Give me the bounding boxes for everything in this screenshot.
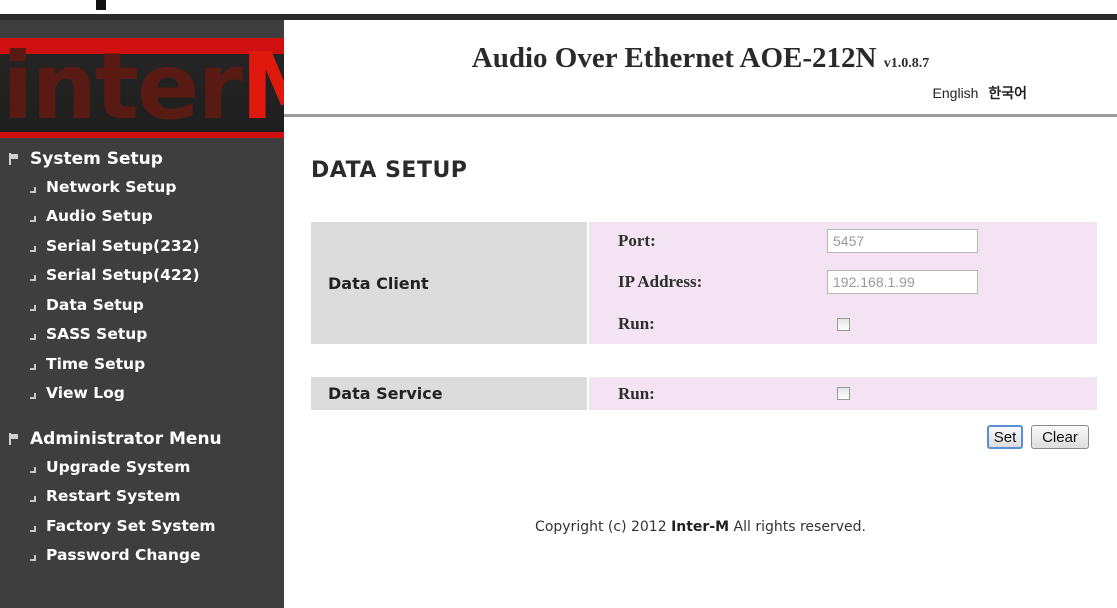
sidebar-item-label: Time Setup [46,354,146,373]
section-title-label: Administrator Menu [30,429,222,449]
logo-text-accent: M [241,38,284,138]
sidebar-item-label: Restart System [46,487,181,506]
sidebar-item-password-change[interactable]: Password Change [0,541,284,571]
ip-address-input[interactable] [827,270,978,294]
sidebar-item-view-log[interactable]: View Log [0,379,284,409]
set-button[interactable]: Set [987,425,1023,449]
bullet-icon [30,186,36,193]
sidebar-item-label: Data Setup [46,295,144,314]
sidebar-item-time-setup[interactable]: Time Setup [0,349,284,379]
ip-address-label: IP Address: [618,272,703,291]
logo-wordmark: interM [2,38,284,138]
sidebar-item-restart-system[interactable]: Restart System [0,482,284,512]
sidebar-item-serial-setup-422[interactable]: Serial Setup(422) [0,261,284,291]
copyright-brand: Inter-M [671,519,730,535]
sidebar-item-audio-setup[interactable]: Audio Setup [0,202,284,232]
section-title-system-setup[interactable]: System Setup [0,146,284,172]
sidebar-item-data-setup[interactable]: Data Setup [0,290,284,320]
bullet-icon [30,363,36,370]
section-title-label: System Setup [30,149,163,169]
clear-button[interactable]: Clear [1031,425,1089,449]
port-label: Port: [618,231,656,250]
copyright-suffix: All rights reserved. [733,519,866,535]
copyright-prefix: Copyright (c) 2012 [535,519,667,535]
top-tab-marker [96,0,106,10]
sidebar-item-serial-setup-232[interactable]: Serial Setup(232) [0,231,284,261]
bullet-icon [30,304,36,311]
copyright-footer: Copyright (c) 2012 Inter-M All rights re… [284,519,1117,535]
sidebar-item-label: Serial Setup(422) [46,266,200,285]
sidebar-item-label: Password Change [46,546,201,565]
data-service-run-label: Run: [618,384,655,403]
header: Audio Over Ethernet AOE-212N v1.0.8.7 En… [284,20,1117,116]
data-client-label-cell: Data Client [311,222,587,344]
sidebar-item-label: Serial Setup(232) [46,236,200,255]
data-client-run-label: Run: [618,314,655,333]
section-title-administrator-menu[interactable]: Administrator Menu [0,426,284,452]
sidebar-item-label: Audio Setup [46,207,153,226]
bullet-icon [30,525,36,532]
flag-icon [8,153,20,165]
bullet-icon [30,496,36,503]
data-service-label-cell: Data Service [311,377,587,410]
bullet-icon [30,334,36,341]
sidebar-item-label: Upgrade System [46,457,191,476]
sidebar: interM System Setup Network Setup Audio … [0,20,284,608]
logo-underline [0,132,284,138]
bullet-icon [30,466,36,473]
app-title-text: Audio Over Ethernet AOE-212N [471,42,877,74]
language-link-korean[interactable]: 한국어 [988,85,1027,101]
bullet-icon [30,555,36,562]
sidebar-item-label: SASS Setup [46,325,148,344]
sidebar-item-label: Network Setup [46,177,177,196]
bullet-icon [30,245,36,252]
interm-logo[interactable]: interM [0,38,284,138]
data-client-label: Data Client [328,273,429,293]
data-client-run-checkbox[interactable] [837,318,850,331]
bullet-icon [30,275,36,282]
header-divider [284,114,1117,117]
menu-section-system-setup: System Setup Network Setup Audio Setup S… [0,146,284,408]
app-version: v1.0.8.7 [883,56,930,71]
menu-section-administrator: Administrator Menu Upgrade System Restar… [0,426,284,570]
data-service-label: Data Service [328,384,443,403]
sidebar-item-label: Factory Set System [46,516,216,535]
page-title: DATA SETUP [311,158,468,183]
sidebar-item-network-setup[interactable]: Network Setup [0,172,284,202]
port-input[interactable] [827,229,978,253]
language-link-english[interactable]: English [933,85,979,101]
sidebar-item-sass-setup[interactable]: SASS Setup [0,320,284,350]
sidebar-item-upgrade-system[interactable]: Upgrade System [0,452,284,482]
sidebar-item-factory-set-system[interactable]: Factory Set System [0,511,284,541]
data-service-run-checkbox[interactable] [837,387,850,400]
logo-text-main: inter [2,38,243,138]
bullet-icon [30,393,36,400]
bullet-icon [30,216,36,223]
sidebar-item-label: View Log [46,384,125,403]
app-title: Audio Over Ethernet AOE-212N v1.0.8.7 [284,42,1117,75]
flag-icon [8,433,20,445]
language-switcher: English 한국어 [927,83,1027,103]
app-window: interM System Setup Network Setup Audio … [0,0,1117,608]
